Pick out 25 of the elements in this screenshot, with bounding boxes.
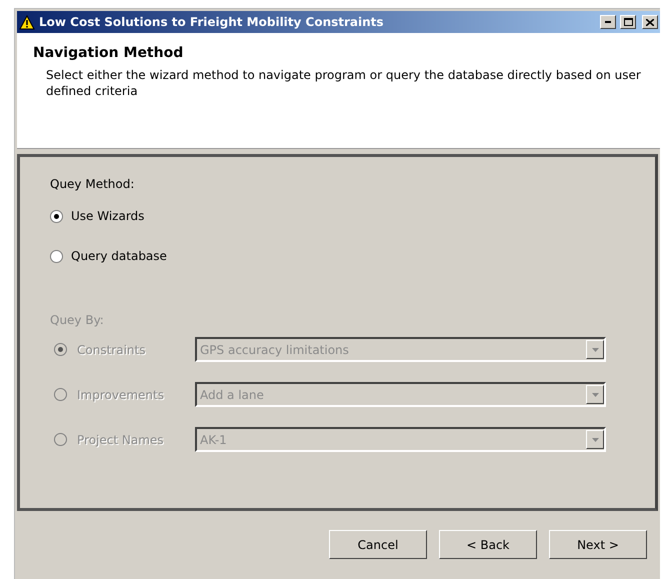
dialog-button[interactable]: Cancel — [329, 530, 427, 559]
dropdown-arrow-icon — [592, 438, 598, 442]
radio-button[interactable] — [50, 250, 63, 262]
dropdown-arrow-icon — [592, 348, 598, 352]
group-label: Quey By: — [50, 313, 105, 327]
dialog-button[interactable]: Next > — [549, 530, 647, 559]
option-label: Project Names — [77, 432, 165, 446]
dropdown-arrow-icon — [592, 392, 598, 396]
option-label: Improvements — [77, 388, 165, 402]
option-label: Use Wizards — [71, 209, 144, 223]
maximize-icon — [624, 18, 632, 26]
close-icon — [646, 18, 654, 26]
maximize-button[interactable] — [620, 15, 636, 29]
minimize-icon — [605, 21, 611, 23]
dialog-button[interactable]: < Back — [439, 530, 537, 559]
radio-button[interactable] — [50, 210, 63, 222]
option-label: Constraints — [77, 342, 146, 356]
window-title: Low Cost Solutions to Frieight Mobility Constraints — [39, 15, 385, 29]
minimize-button[interactable] — [600, 15, 616, 29]
option-label: Query database — [71, 249, 167, 263]
page-heading: Navigation Method — [33, 45, 184, 61]
close-button[interactable] — [642, 15, 658, 29]
group-label: Quey Method: — [50, 177, 136, 191]
page-description: Select either the wizard method to navigate program or query the database directly based on user defined criteria — [46, 67, 642, 99]
warning-icon — [19, 14, 35, 30]
